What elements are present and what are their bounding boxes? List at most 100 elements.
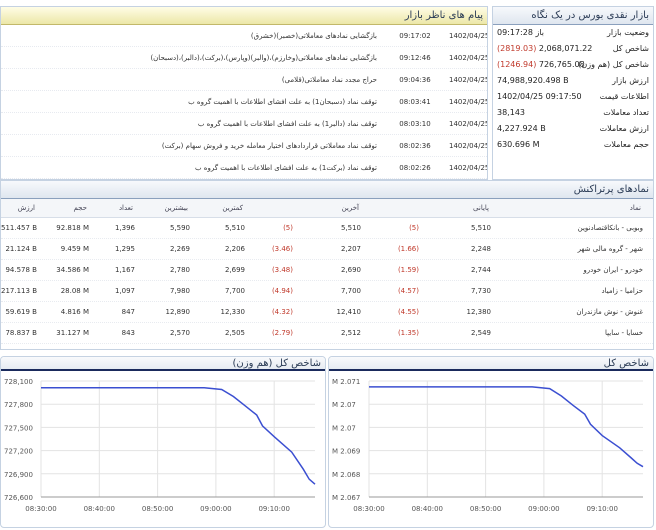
cell-min: 2,505 bbox=[224, 329, 245, 337]
y-tick-label: 727,800 bbox=[4, 401, 33, 409]
summary-label: تعداد معاملات bbox=[603, 108, 649, 117]
equal-weight-index-chart: 728,100 727,800 727,500 727,200 726,900 726,6… bbox=[4, 378, 316, 513]
cell-max: 2,269 bbox=[169, 245, 190, 253]
message-date: 1402/04/25 bbox=[449, 76, 488, 84]
header-close[interactable]: پایانی bbox=[431, 199, 491, 218]
y-tick-label: M 2.071 bbox=[332, 378, 360, 386]
symbol-name[interactable]: وبوبی - بانکاقتصادنوین bbox=[493, 218, 643, 239]
x-tick-label: 09:10:00 bbox=[586, 505, 617, 513]
message-row[interactable]: 1402/04/25 09:04:36 حراج مجدد نماد معامل… bbox=[1, 69, 487, 91]
cell-volume: 28.08 M bbox=[60, 287, 89, 295]
cell-last-change: (3.46) bbox=[271, 245, 293, 253]
header-count[interactable]: تعداد bbox=[93, 199, 135, 218]
summary-row: وضعیت بازار باز 09:17:28 bbox=[493, 25, 653, 41]
market-summary-panel: بازار نقدی بورس در یک نگاه وضعیت بازار ب… bbox=[492, 6, 654, 180]
message-row[interactable]: 1402/04/25 08:02:36 توقف نماد معاملاتی ق… bbox=[1, 135, 487, 157]
summary-value: 4,227.924 B bbox=[497, 124, 546, 133]
message-time: 09:04:36 bbox=[399, 76, 431, 84]
cell-count: 1,097 bbox=[114, 287, 135, 295]
summary-row: شاخص کل (2819.03) 2,068,071.22 bbox=[493, 41, 653, 57]
cell-volume: 92.818 M bbox=[56, 224, 89, 232]
message-row[interactable]: 1402/04/25 08:03:10 توقف نماد (دالبر1) ب… bbox=[1, 113, 487, 135]
symbol-name[interactable]: حزامیا - زامیاد bbox=[493, 281, 643, 302]
cell-max: 12,890 bbox=[165, 308, 191, 316]
message-text: حراج مجدد نماد معاملاتی(قلامی) bbox=[281, 76, 377, 84]
cell-min: 12,330 bbox=[220, 308, 246, 316]
message-text: بازگشایی نمادهای معاملاتی(وخارزم)،(والبر… bbox=[150, 54, 377, 62]
cell-close: 12,380 bbox=[466, 308, 492, 316]
cell-close: 2,549 bbox=[470, 329, 491, 337]
cell-last-change: (5) bbox=[283, 224, 293, 232]
header-value[interactable]: ارزش bbox=[1, 199, 37, 218]
x-tick-label: 08:30:00 bbox=[353, 505, 384, 513]
table-row[interactable]: وبوبی - بانکاقتصادنوین 5,510 (5) 5,510 (… bbox=[1, 218, 653, 239]
summary-change: (1246.94) bbox=[497, 60, 537, 69]
summary-label: حجم معاملات bbox=[603, 140, 649, 149]
cell-volume: 31.127 M bbox=[56, 329, 89, 337]
summary-label: شاخص کل bbox=[612, 44, 649, 53]
cell-last-change: (2.79) bbox=[271, 329, 293, 337]
cell-close: 5,510 bbox=[470, 224, 491, 232]
market-messages-title: پیام های ناظر بازار bbox=[1, 7, 487, 25]
cell-value: 94.578 B bbox=[5, 266, 37, 274]
message-row[interactable]: 1402/04/25 08:03:41 توقف نماد (دسبحان1) … bbox=[1, 91, 487, 113]
cell-last: 2,690 bbox=[340, 266, 361, 274]
cell-last: 2,207 bbox=[340, 245, 361, 253]
top-symbols-panel: نمادهای پرتراکنش نماد پایانی آخرین کمتری… bbox=[0, 180, 654, 350]
header-last[interactable]: آخرین bbox=[301, 199, 361, 218]
symbol-name[interactable]: خسایا - سایپا bbox=[493, 323, 643, 344]
header-name[interactable]: نماد bbox=[493, 199, 643, 218]
cell-close-change: (1.59) bbox=[397, 266, 419, 274]
message-row[interactable]: 1402/04/25 09:12:46 بازگشایی نمادهای معا… bbox=[1, 47, 487, 69]
message-row[interactable]: 1402/04/25 08:02:26 توقف نماد (برکت1) به… bbox=[1, 157, 487, 179]
y-tick-label: 727,500 bbox=[4, 424, 33, 432]
cell-value: 21.124 B bbox=[5, 245, 37, 253]
cell-value: 511.457 B bbox=[1, 224, 37, 232]
cell-max: 2,570 bbox=[169, 329, 190, 337]
symbol-name[interactable]: غنوش - نوش مازندران bbox=[493, 302, 643, 323]
x-tick-label: 09:00:00 bbox=[200, 505, 231, 513]
message-text: بازگشایی نمادهای معاملاتی(خصبر)(خشرق) bbox=[250, 32, 377, 40]
summary-row: ارزش معاملات 4,227.924 B bbox=[493, 121, 653, 137]
cell-close: 7,730 bbox=[470, 287, 491, 295]
cell-min: 5,510 bbox=[224, 224, 245, 232]
message-time: 09:17:02 bbox=[399, 32, 431, 40]
cell-max: 2,780 bbox=[169, 266, 190, 274]
cell-min: 7,700 bbox=[224, 287, 245, 295]
symbol-name[interactable]: شهر - گروه مالی شهر bbox=[493, 239, 643, 260]
y-tick-label: 728,100 bbox=[4, 378, 33, 386]
y-tick-label: M 2.068 bbox=[332, 471, 360, 479]
y-tick-label: M 2.07 bbox=[332, 424, 356, 432]
cell-last: 12,410 bbox=[336, 308, 362, 316]
header-max[interactable]: بیشترین bbox=[146, 199, 190, 218]
header-volume[interactable]: حجم bbox=[39, 199, 89, 218]
summary-label: ارزش بازار bbox=[612, 76, 649, 85]
x-tick-label: 08:40:00 bbox=[84, 505, 115, 513]
message-row[interactable]: 1402/04/25 09:17:02 بازگشایی نمادهای معا… bbox=[1, 25, 487, 47]
message-text: توقف نماد (برکت1) به علت افشای اطلاعات ب… bbox=[194, 164, 377, 172]
total-index-chart: M 2.071 M 2.07 M 2.07 M 2.069 M 2.068 M 2.067… bbox=[332, 378, 644, 513]
message-text: توقف نماد (دالبر1) به علت افشای اطلاعات … bbox=[197, 120, 377, 128]
cell-count: 843 bbox=[121, 329, 135, 337]
header-min[interactable]: کمترین bbox=[201, 199, 245, 218]
table-row[interactable]: غنوش - نوش مازندران 12,380 (4.55) 12,410… bbox=[1, 302, 653, 323]
market-messages-panel: پیام های ناظر بازار 1402/04/25 09:17:02 … bbox=[0, 6, 488, 180]
summary-value: 74,988,920.498 B bbox=[497, 76, 569, 85]
symbol-name[interactable]: خودرو - ایران خودرو bbox=[493, 260, 643, 281]
y-tick-label: 726,900 bbox=[4, 471, 33, 479]
summary-value: (1246.94) 726,765.08 bbox=[497, 57, 585, 73]
cell-volume: 34.586 M bbox=[56, 266, 89, 274]
message-date: 1402/04/25 bbox=[449, 164, 488, 172]
table-row[interactable]: حزامیا - زامیاد 7,730 (4.57) 7,700 (4.94… bbox=[1, 281, 653, 302]
top-symbols-title: نمادهای پرتراکنش bbox=[1, 181, 653, 199]
summary-label: شاخص کل (هم وزن) bbox=[578, 60, 649, 69]
total-index-chart-panel: شاخص کل M 2.071 M 2.07 M 2.07 M 2.069 M 2.06… bbox=[328, 356, 654, 528]
message-date: 1402/04/25 bbox=[449, 32, 488, 40]
cell-value: 217.113 B bbox=[1, 287, 37, 295]
table-row[interactable]: خسایا - سایپا 2,549 (1.35) 2,512 (2.79) … bbox=[1, 323, 653, 344]
summary-row: شاخص کل (هم وزن) (1246.94) 726,765.08 bbox=[493, 57, 653, 73]
cell-last: 5,510 bbox=[340, 224, 361, 232]
table-row[interactable]: خودرو - ایران خودرو 2,744 (1.59) 2,690 (… bbox=[1, 260, 653, 281]
equal-weight-index-chart-panel: شاخص کل (هم وزن) 728,100 727,800 727,500 72… bbox=[0, 356, 326, 528]
table-row[interactable]: شهر - گروه مالی شهر 2,248 (1.66) 2,207 (… bbox=[1, 239, 653, 260]
